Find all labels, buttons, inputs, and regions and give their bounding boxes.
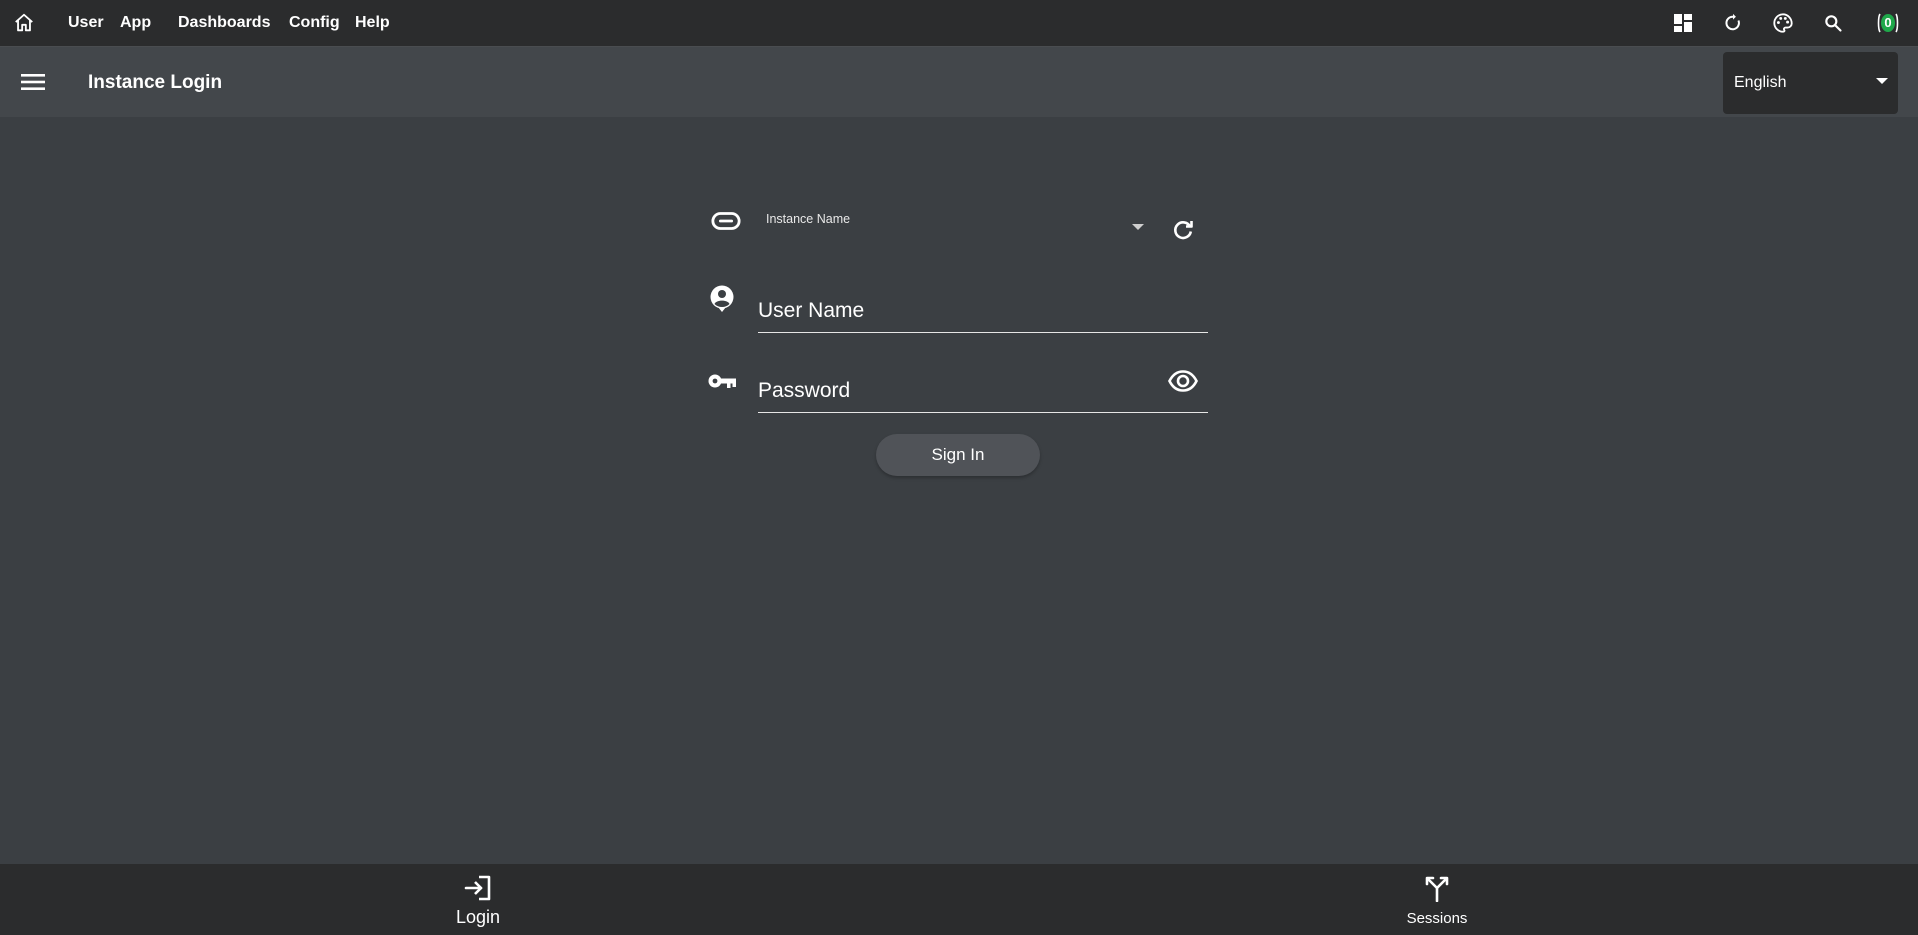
account-icon [710, 285, 734, 312]
menu-user[interactable]: User [68, 13, 104, 33]
nav-login-label: Login [455, 907, 501, 927]
login-icon [464, 875, 491, 901]
theme-button[interactable] [1769, 9, 1797, 37]
dashboard-icon [1674, 14, 1692, 32]
palette-icon [1773, 13, 1793, 33]
reload-button[interactable] [1719, 9, 1747, 37]
page-header: Instance Login English [0, 47, 1918, 117]
sessions-icon [1425, 876, 1449, 902]
password-icon-wrap [708, 366, 738, 396]
search-icon [1825, 15, 1842, 32]
username-icon-wrap [707, 284, 737, 314]
refresh-icon [1725, 13, 1740, 31]
chevron-down-icon [1876, 78, 1888, 84]
password-field-wrap [758, 361, 1208, 413]
home-icon [15, 13, 33, 32]
password-input[interactable] [758, 361, 1208, 412]
bottom-navigation: Login Sessions [0, 864, 1918, 935]
search-button[interactable] [1819, 9, 1847, 37]
dashboard-button[interactable] [1669, 9, 1697, 37]
nav-login[interactable]: Login [398, 864, 558, 935]
nav-sessions-label: Sessions [1406, 910, 1468, 927]
status-badge-button[interactable]: 0 [1874, 9, 1902, 37]
status-badge-count: 0 [1884, 15, 1892, 30]
refresh-instances-button[interactable] [1168, 215, 1198, 245]
refresh-icon [1174, 221, 1193, 240]
language-value: English [1734, 74, 1787, 91]
key-icon [708, 374, 736, 388]
eye-icon [1168, 370, 1198, 392]
menu-config[interactable]: Config [289, 13, 340, 33]
instance-icon-wrap [711, 206, 741, 236]
page-title: Instance Login [88, 72, 223, 93]
username-field-wrap [758, 281, 1208, 333]
sign-in-button[interactable]: Sign In [876, 434, 1040, 476]
language-select[interactable]: English [1723, 52, 1898, 114]
menu-dashboards[interactable]: Dashboards [178, 13, 270, 33]
home-button[interactable] [10, 9, 38, 37]
menu-button[interactable] [18, 67, 48, 97]
top-menu-bar: User App Dashboards Config Help 0 [0, 0, 1918, 47]
sessions-icon-wrap [1423, 874, 1451, 902]
toggle-password-visibility[interactable] [1167, 365, 1199, 397]
hamburger-icon [21, 74, 45, 90]
menu-app[interactable]: App [120, 13, 151, 33]
instance-name-select[interactable] [758, 208, 1154, 252]
username-input[interactable] [758, 281, 1208, 332]
nav-sessions[interactable]: Sessions [1357, 864, 1517, 935]
link-icon [711, 212, 741, 230]
menu-help[interactable]: Help [355, 13, 390, 33]
login-icon-wrap [464, 874, 492, 902]
chevron-down-icon [1132, 224, 1144, 230]
